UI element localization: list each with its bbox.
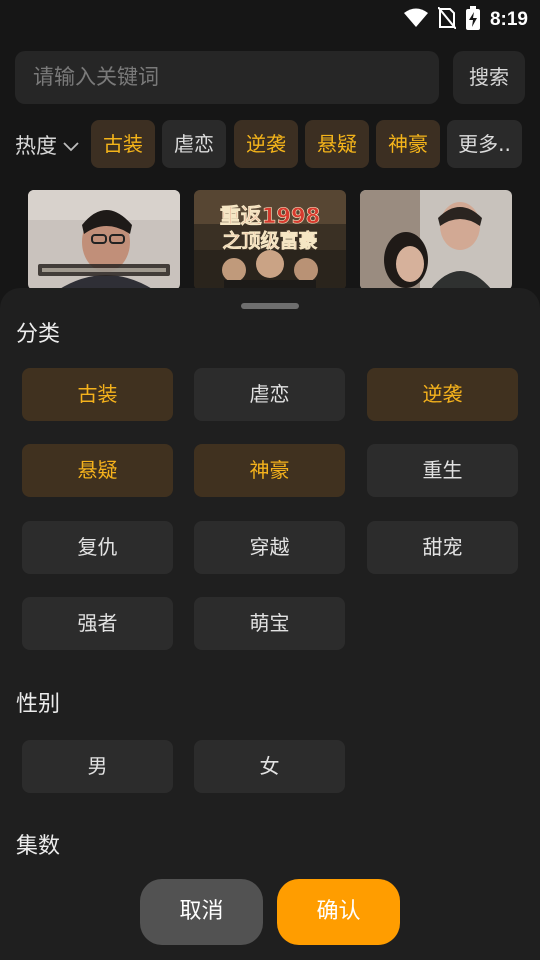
category-option-6[interactable]: 复仇 <box>22 521 173 574</box>
gender-option-male[interactable]: 男 <box>22 740 173 793</box>
search-button[interactable]: 搜索 <box>453 51 525 104</box>
category-option-4[interactable]: 神豪 <box>194 444 345 497</box>
search-input[interactable]: 请输入关键词 <box>15 51 439 104</box>
cancel-button[interactable]: 取消 <box>140 879 263 945</box>
wifi-icon <box>403 8 428 32</box>
category-option-9[interactable]: 强者 <box>22 597 173 650</box>
category-option-0[interactable]: 古装 <box>22 368 173 421</box>
tag-chip-2[interactable]: 逆袭 <box>234 120 298 168</box>
sort-label: 热度 <box>15 134 57 158</box>
category-section-title: 分类 <box>16 322 61 347</box>
status-icons: 8:19 <box>403 6 528 34</box>
thumbnail-2-title-top: 重返1998 <box>220 204 320 228</box>
battery-charging-icon <box>465 6 480 34</box>
sheet-drag-handle[interactable] <box>241 303 299 309</box>
category-option-10[interactable]: 萌宝 <box>194 597 345 650</box>
no-sim-icon <box>437 6 457 33</box>
category-option-8[interactable]: 甜宠 <box>367 521 518 574</box>
episodes-section-title: 集数 <box>16 834 61 859</box>
gender-section-title: 性别 <box>16 692 61 717</box>
drama-thumbnail-2[interactable]: 重返1998 之顶级富豪 <box>194 190 346 290</box>
category-option-7[interactable]: 穿越 <box>194 521 345 574</box>
thumbnail-2-title-bottom: 之顶级富豪 <box>222 229 317 252</box>
status-time: 8:19 <box>489 9 528 30</box>
category-option-2[interactable]: 逆袭 <box>367 368 518 421</box>
drama-thumbnail-3[interactable] <box>360 190 512 290</box>
category-option-3[interactable]: 悬疑 <box>22 444 173 497</box>
tag-chip-4[interactable]: 神豪 <box>376 120 440 168</box>
status-bar: 8:19 <box>0 0 540 36</box>
tag-chip-1[interactable]: 虐恋 <box>162 120 226 168</box>
sort-dropdown[interactable]: 热度 <box>15 121 79 169</box>
chevron-down-icon <box>63 133 79 157</box>
filter-bottom-sheet: 分类 古装 虐恋 逆袭 悬疑 神豪 重生 复仇 穿越 甜宠 强者 萌宝 性别 男… <box>0 288 540 960</box>
tag-chip-3[interactable]: 悬疑 <box>305 120 369 168</box>
tag-chip-more[interactable]: 更多.. <box>447 120 522 168</box>
gender-option-female[interactable]: 女 <box>194 740 345 793</box>
tag-chip-0[interactable]: 古装 <box>91 120 155 168</box>
category-option-1[interactable]: 虐恋 <box>194 368 345 421</box>
category-option-5[interactable]: 重生 <box>367 444 518 497</box>
confirm-button[interactable]: 确认 <box>277 879 400 945</box>
drama-thumbnail-1[interactable] <box>28 190 180 290</box>
